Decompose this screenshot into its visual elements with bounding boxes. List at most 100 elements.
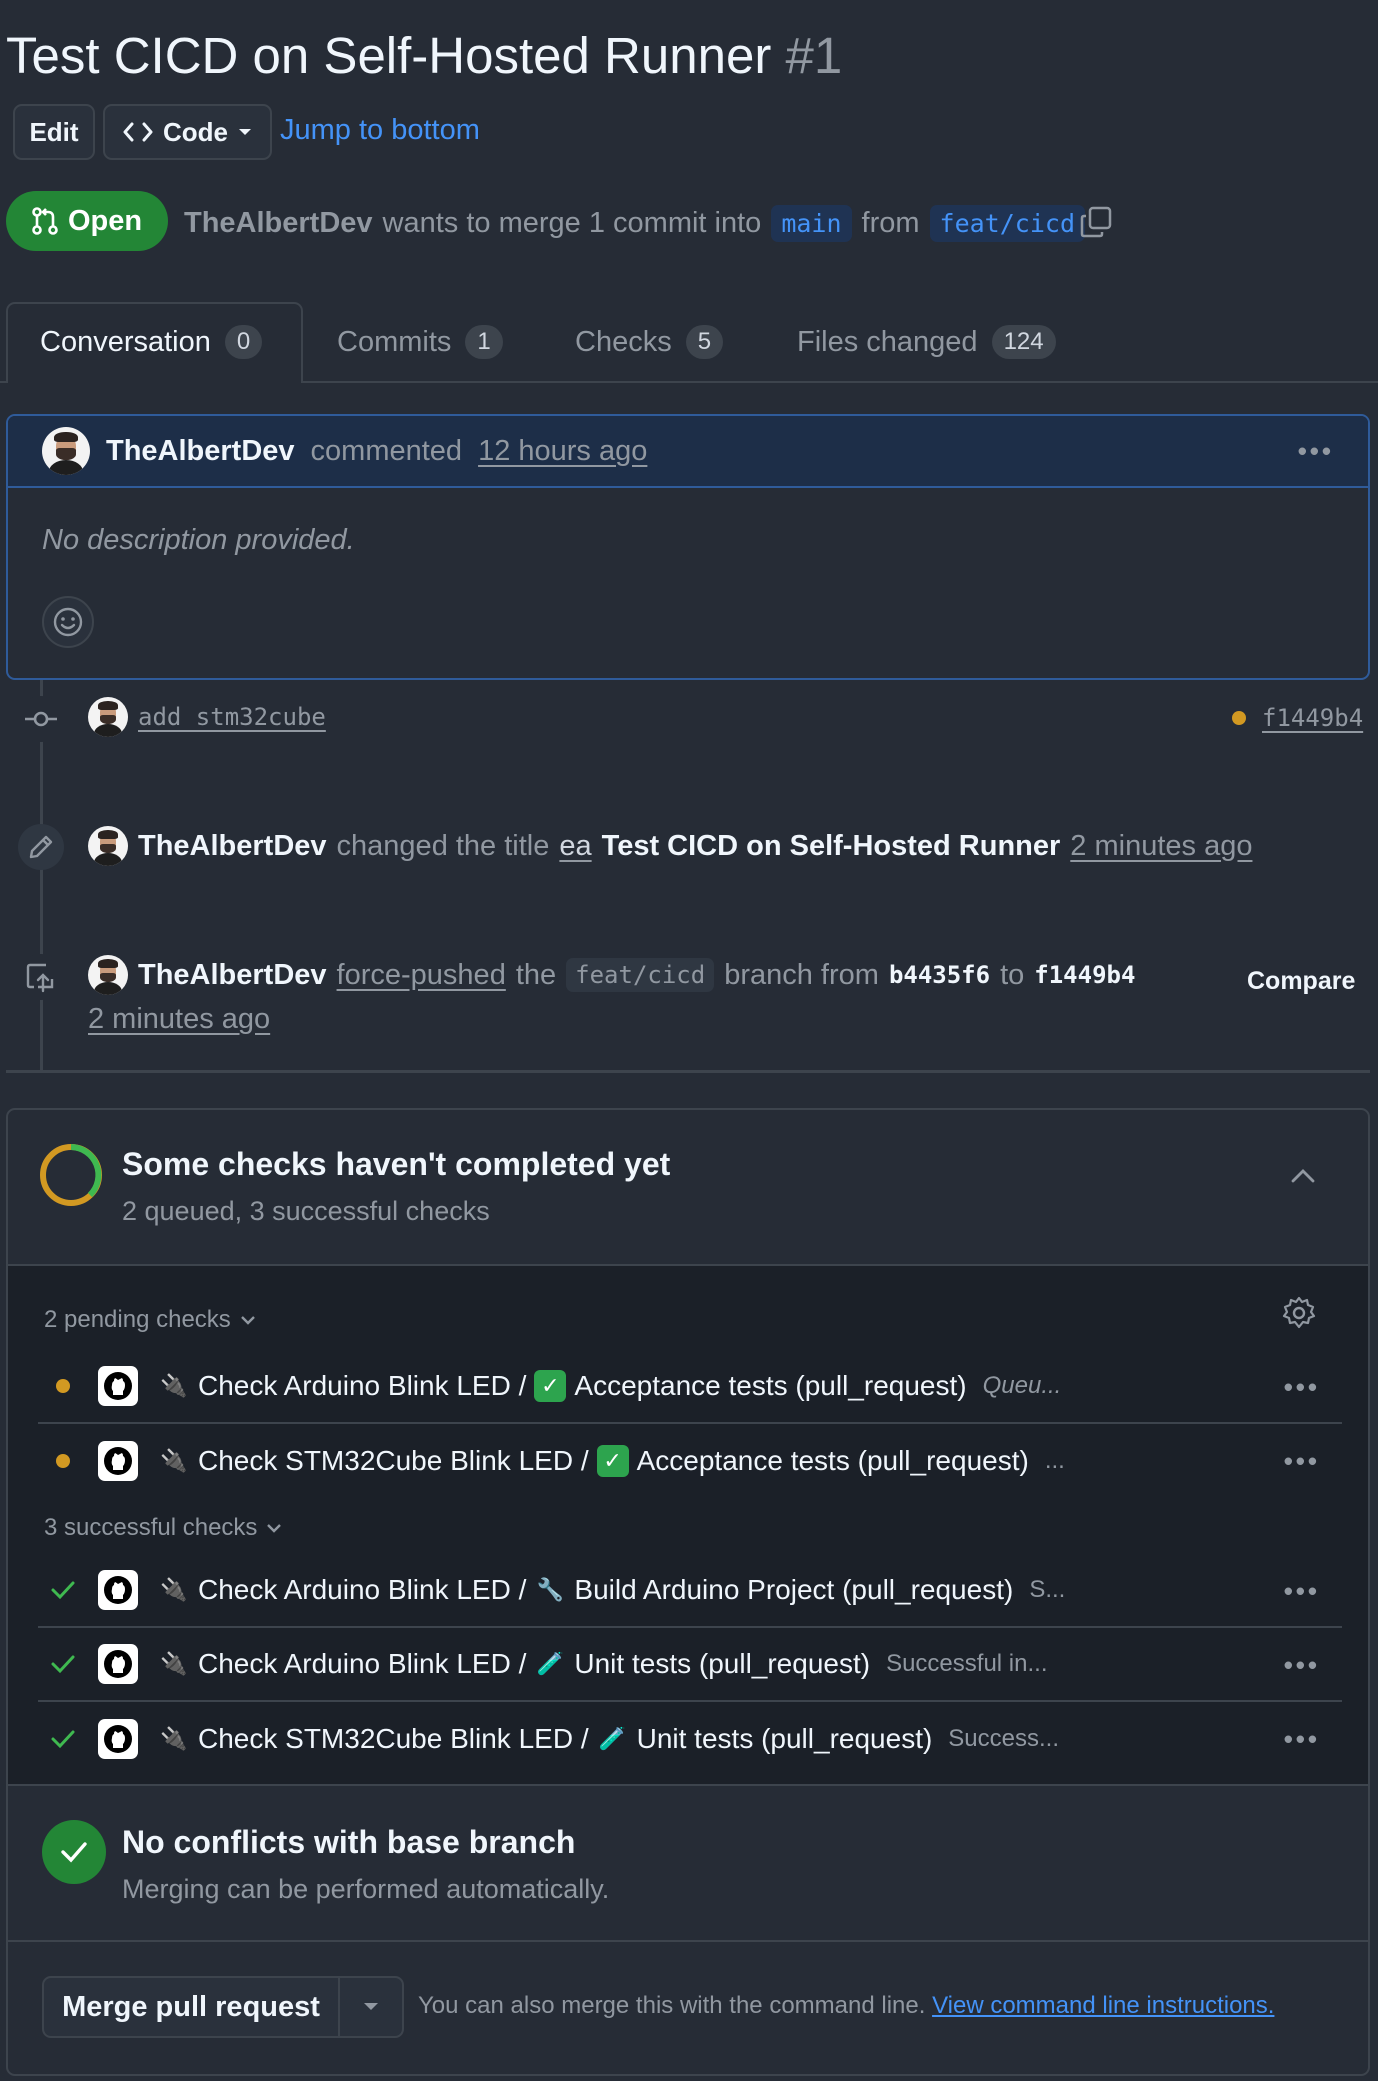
plug-icon: 🔌 xyxy=(160,1373,188,1398)
push-branch[interactable]: feat/cicd xyxy=(566,958,715,992)
merge-hint-text: You can also merge this with the command… xyxy=(418,1992,926,2019)
compare-button[interactable]: Compare xyxy=(1247,967,1355,996)
gear-icon[interactable] xyxy=(1282,1296,1316,1330)
tab-files-changed[interactable]: Files changed 124 xyxy=(797,325,1056,359)
git-pull-request-icon xyxy=(32,207,58,235)
merge-box: Some checks haven't completed yet 2 queu… xyxy=(6,1108,1370,2076)
tab-commits[interactable]: Commits 1 xyxy=(337,325,503,359)
commit-sha-link[interactable]: f1449b4 xyxy=(1262,704,1363,732)
merge-method-dropdown[interactable] xyxy=(340,2002,402,2012)
check-emoji-icon: ✓ xyxy=(534,1370,567,1402)
push-text: to xyxy=(1000,958,1025,991)
pending-status-icon xyxy=(38,1454,88,1468)
event-author-link[interactable]: TheAlbertDev xyxy=(138,959,327,992)
comment-timestamp[interactable]: 12 hours ago xyxy=(478,435,647,468)
timeline-divider xyxy=(6,1070,1370,1073)
conflict-subtitle: Merging can be performed automatically. xyxy=(122,1874,610,1904)
check-row[interactable]: 🔌 Check Arduino Blink LED / ✓ Acceptance… xyxy=(38,1350,1342,1424)
commit-status-dot[interactable] xyxy=(1232,711,1246,725)
command-line-instructions-link[interactable]: View command line instructions. xyxy=(932,1992,1274,2019)
chevron-up-icon[interactable] xyxy=(1290,1168,1316,1184)
test-tube-icon: 🧪 xyxy=(536,1651,565,1676)
edit-button[interactable]: Edit xyxy=(13,104,95,160)
avatar[interactable] xyxy=(42,427,90,475)
merge-pull-request-button[interactable]: Merge pull request xyxy=(44,1978,340,2036)
github-actions-icon xyxy=(98,1366,138,1406)
tab-label: Commits xyxy=(337,325,452,358)
avatar[interactable] xyxy=(88,826,128,866)
merge-button-group: Merge pull request xyxy=(42,1976,404,2038)
rename-text: changed the title xyxy=(336,829,550,862)
tab-counter: 124 xyxy=(991,325,1056,359)
edit-label: Edit xyxy=(29,116,79,147)
avatar[interactable] xyxy=(88,955,128,995)
check-job: Acceptance tests (pull_request) xyxy=(574,1370,967,1401)
success-check-icon xyxy=(38,1654,88,1674)
pr-author-link[interactable]: TheAlbertDev xyxy=(184,207,373,240)
rename-event: TheAlbertDev changed the title ea Test C… xyxy=(88,826,1252,866)
check-workflow: Check Arduino Blink LED / xyxy=(198,1370,527,1401)
check-status-text: S... xyxy=(1029,1576,1066,1603)
head-branch[interactable]: feat/cicd xyxy=(929,205,1085,242)
add-reaction-button[interactable] xyxy=(42,596,94,648)
check-job: Unit tests (pull_request) xyxy=(636,1723,933,1754)
pending-checks-toggle[interactable]: 2 pending checks xyxy=(44,1306,257,1334)
checks-title: Some checks haven't completed yet xyxy=(122,1146,671,1182)
check-row[interactable]: 🔌 Check STM32Cube Blink LED / 🧪 Unit tes… xyxy=(38,1702,1342,1776)
event-author-link[interactable]: TheAlbertDev xyxy=(138,830,327,863)
kebab-menu-icon[interactable]: ••• xyxy=(1298,436,1334,467)
check-row[interactable]: 🔌 Check STM32Cube Blink LED / ✓ Acceptan… xyxy=(38,1424,1342,1498)
avatar[interactable] xyxy=(88,697,128,737)
base-branch[interactable]: main xyxy=(771,205,852,242)
to-sha-link[interactable]: f1449b4 xyxy=(1034,961,1135,989)
force-pushed-link[interactable]: force-pushed xyxy=(337,959,506,992)
from-text: from xyxy=(861,207,920,239)
check-job: Unit tests (pull_request) xyxy=(574,1648,871,1679)
successful-checks-toggle[interactable]: 3 successful checks xyxy=(44,1514,283,1542)
copy-icon[interactable] xyxy=(1080,206,1112,238)
commit-icon xyxy=(18,696,64,742)
check-row[interactable]: 🔌 Check Arduino Blink LED / 🔧 Build Ardu… xyxy=(38,1554,1342,1628)
pr-merge-summary: TheAlbertDev wants to merge 1 commit int… xyxy=(184,205,1085,242)
comment-author[interactable]: TheAlbertDev xyxy=(106,435,295,468)
kebab-menu-icon[interactable]: ••• xyxy=(1284,1650,1320,1681)
event-timestamp[interactable]: 2 minutes ago xyxy=(88,1003,270,1036)
comment-body: No description provided. xyxy=(42,524,355,556)
pending-status-icon xyxy=(38,1379,88,1393)
event-timestamp[interactable]: 2 minutes ago xyxy=(1070,830,1252,863)
tab-label: Checks xyxy=(575,325,672,358)
check-status-text: ... xyxy=(1044,1447,1065,1474)
checks-progress-icon xyxy=(40,1144,102,1206)
comment-header: TheAlbertDev commented 12 hours ago ••• xyxy=(8,416,1368,488)
check-status-text: Queu... xyxy=(982,1372,1062,1399)
kebab-menu-icon[interactable]: ••• xyxy=(1284,1372,1320,1403)
commit-row: add stm32cube xyxy=(88,697,326,737)
old-title: ea xyxy=(559,829,592,862)
commit-sha-row: f1449b4 xyxy=(1232,704,1363,732)
plug-icon: 🔌 xyxy=(160,1651,188,1676)
checks-list: 2 pending checks 🔌 Check Arduino Blink L… xyxy=(8,1266,1368,1786)
pr-title: Test CICD on Self-Hosted Runner #1 xyxy=(6,26,842,85)
tab-conversation[interactable]: Conversation 0 xyxy=(40,325,263,359)
check-row[interactable]: 🔌 Check Arduino Blink LED / 🧪 Unit tests… xyxy=(38,1628,1342,1702)
checks-summary-header[interactable]: Some checks haven't completed yet 2 queu… xyxy=(8,1110,1368,1266)
code-button[interactable]: Code xyxy=(103,104,272,160)
kebab-menu-icon[interactable]: ••• xyxy=(1284,1446,1320,1477)
successful-checks-label: 3 successful checks xyxy=(44,1514,258,1541)
jump-to-bottom-link[interactable]: Jump to bottom xyxy=(280,114,480,147)
kebab-menu-icon[interactable]: ••• xyxy=(1284,1576,1320,1607)
checks-subtitle: 2 queued, 3 successful checks xyxy=(122,1196,490,1226)
kebab-menu-icon[interactable]: ••• xyxy=(1284,1724,1320,1755)
smiley-icon xyxy=(53,607,83,637)
commit-message-link[interactable]: add stm32cube xyxy=(138,703,326,731)
pr-state-badge: Open xyxy=(6,191,168,251)
from-sha-link[interactable]: b4435f6 xyxy=(889,961,990,989)
tab-counter: 1 xyxy=(465,325,503,359)
tab-label: Files changed xyxy=(797,325,978,358)
pending-checks-label: 2 pending checks xyxy=(44,1306,231,1333)
check-workflow: Check STM32Cube Blink LED / xyxy=(198,1445,589,1476)
tab-checks[interactable]: Checks 5 xyxy=(575,325,724,359)
github-actions-icon xyxy=(98,1441,138,1481)
force-push-event: TheAlbertDev force-pushed the feat/cicd … xyxy=(88,955,1135,995)
check-emoji-icon: ✓ xyxy=(596,1445,629,1477)
